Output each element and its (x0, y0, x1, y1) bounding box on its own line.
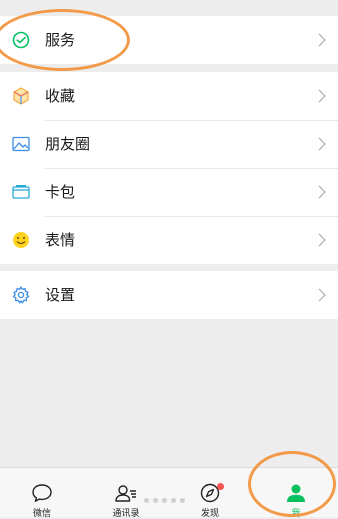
page-dot (180, 498, 185, 503)
menu-item-service-label: 服务 (45, 31, 76, 49)
menu-item-cards-label: 卡包 (45, 183, 76, 201)
page-dot (162, 498, 167, 503)
menu-item-stickers[interactable]: 表情 (0, 216, 338, 264)
menu-item-settings-label: 设置 (45, 286, 76, 304)
me-person-icon (287, 484, 305, 502)
service-group: 服务 (0, 16, 338, 64)
menu-item-moments[interactable]: 朋友圈 (0, 120, 338, 168)
chevron-right-icon (318, 288, 326, 302)
chevron-right-icon (318, 33, 326, 47)
menu-item-moments-label: 朋友圈 (45, 135, 91, 153)
menu-item-settings[interactable]: 设置 (0, 271, 338, 319)
settings-group: 设置 (0, 271, 338, 319)
menu-item-service[interactable]: 服务 (0, 16, 338, 64)
menu-item-cards[interactable]: 卡包 (0, 168, 338, 216)
tab-me[interactable]: 我 (254, 468, 338, 519)
page-indicator (144, 498, 189, 517)
page-dot (144, 498, 149, 503)
tab-chats[interactable]: 微信 (0, 468, 84, 519)
menu-item-favorites-label: 收藏 (45, 87, 76, 105)
chevron-right-icon (318, 137, 326, 151)
menu-item-favorites[interactable]: 收藏 (0, 72, 338, 120)
main-menu-group: 收藏 朋友圈 卡包 表情 (0, 72, 338, 264)
chevron-right-icon (318, 185, 326, 199)
menu-item-stickers-label: 表情 (45, 231, 76, 249)
notification-dot (217, 483, 224, 490)
gear-icon (12, 286, 30, 304)
tab-chats-label: 微信 (32, 509, 51, 519)
page-dot (153, 498, 158, 503)
tab-me-label: 我 (291, 509, 301, 519)
card-wallet-icon (12, 185, 30, 199)
moments-image-icon (12, 136, 30, 152)
sticker-smile-icon (13, 232, 29, 248)
contacts-icon (115, 485, 136, 502)
wechat-pay-icon (12, 31, 30, 49)
chat-bubble-icon (32, 484, 52, 502)
favorites-cube-icon (13, 87, 29, 105)
chevron-right-icon (318, 233, 326, 247)
chevron-right-icon (318, 89, 326, 103)
page-dot (171, 498, 176, 503)
